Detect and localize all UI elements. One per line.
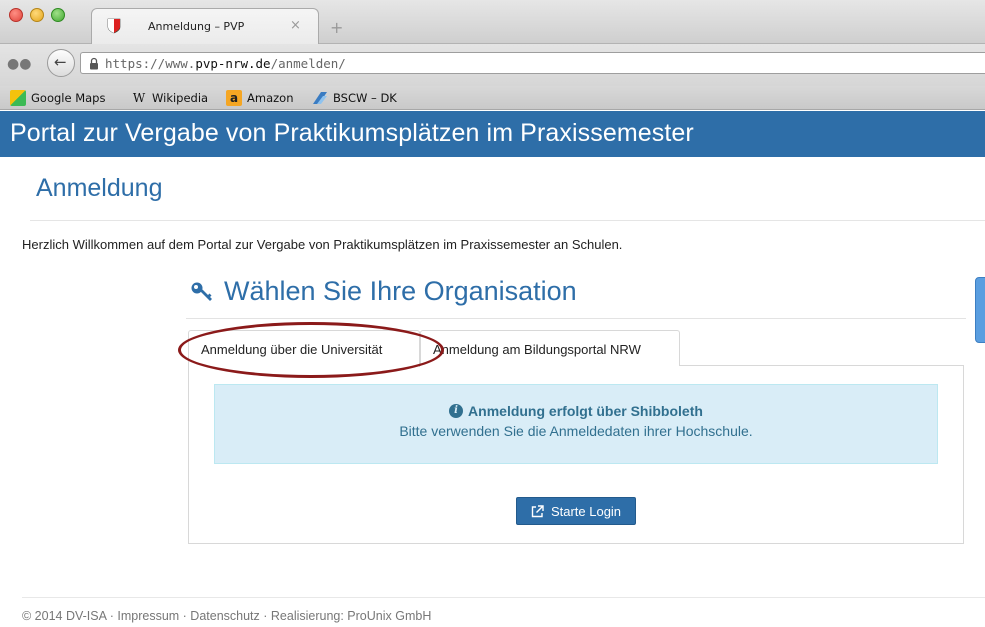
- info-alert: i Anmeldung erfolgt über Shibboleth Bitt…: [214, 384, 938, 464]
- bookmark-label: Amazon: [247, 91, 294, 105]
- bookmarks-bar: Google Maps W Wikipedia a Amazon BSCW – …: [0, 86, 985, 110]
- amazon-icon: a: [226, 90, 242, 106]
- info-title: Anmeldung erfolgt über Shibboleth: [468, 403, 703, 419]
- info-icon: i: [449, 404, 464, 418]
- bookmark-label: Wikipedia: [152, 91, 209, 105]
- organisation-heading: Wählen Sie Ihre Organisation: [190, 276, 577, 307]
- bookmark-amazon[interactable]: a Amazon: [226, 90, 293, 106]
- key-icon: [191, 282, 212, 301]
- browser-tab-bar: Anmeldung – PVP × +: [0, 0, 985, 44]
- url-domain: pvp-nrw.de: [195, 56, 271, 71]
- address-bar[interactable]: https://www.pvp-nrw.de/anmelden/: [80, 52, 985, 74]
- lock-icon: [90, 57, 98, 70]
- divider: [186, 318, 966, 319]
- start-login-label: Starte Login: [550, 503, 622, 519]
- google-maps-icon: [10, 90, 26, 106]
- tab-close-icon[interactable]: ×: [290, 18, 301, 33]
- tab-title: Anmeldung – PVP: [148, 20, 245, 33]
- bookmark-wikipedia[interactable]: W Wikipedia: [131, 90, 208, 106]
- reading-list-icon[interactable]: ●●: [7, 56, 31, 72]
- organisation-heading-text: Wählen Sie Ihre Organisation: [224, 276, 577, 306]
- bscw-icon: [313, 92, 327, 104]
- site-header: Portal zur Vergabe von Praktikumsplätzen…: [0, 111, 985, 157]
- site-title[interactable]: Portal zur Vergabe von Praktikumsplätzen…: [10, 119, 694, 148]
- browser-tab-active[interactable]: Anmeldung – PVP ×: [91, 8, 319, 44]
- url-prefix: https://www.: [105, 56, 196, 71]
- wikipedia-icon: W: [132, 91, 146, 105]
- browser-window: Anmeldung – PVP × + ●● ← https://www.pvp…: [0, 0, 985, 627]
- url-path: /anmelden/: [270, 56, 346, 71]
- tab-university-login[interactable]: Anmeldung über die Universität: [188, 330, 420, 367]
- minimize-window-button[interactable]: [30, 8, 44, 22]
- divider: [22, 597, 985, 598]
- url-text: https://www.pvp-nrw.de/anmelden/: [105, 56, 346, 71]
- footer-text: © 2014 DV-ISA · Impressum · Datenschutz …: [22, 609, 432, 623]
- welcome-text: Herzlich Willkommen auf dem Portal zur V…: [22, 237, 623, 252]
- external-link-icon: [531, 504, 544, 517]
- zoom-window-button[interactable]: [51, 8, 65, 22]
- close-window-button[interactable]: [9, 8, 23, 22]
- feedback-side-tab[interactable]: [975, 277, 985, 343]
- tab-bildungsportal-login[interactable]: Anmeldung am Bildungsportal NRW: [420, 330, 680, 366]
- back-button[interactable]: ←: [47, 49, 75, 77]
- nrw-crest-icon: [107, 18, 121, 34]
- info-text: Bitte verwenden Sie die Anmeldedaten ihr…: [399, 423, 753, 439]
- info-title-row: i Anmeldung erfolgt über Shibboleth: [215, 403, 937, 419]
- start-login-button[interactable]: Starte Login: [516, 497, 636, 525]
- bookmark-label: Google Maps: [31, 91, 106, 105]
- bookmark-bscw[interactable]: BSCW – DK: [312, 90, 397, 106]
- bookmark-label: BSCW – DK: [333, 91, 397, 105]
- back-arrow-icon: ←: [54, 53, 67, 71]
- bookmark-google-maps[interactable]: Google Maps: [10, 90, 105, 106]
- new-tab-icon[interactable]: +: [330, 18, 343, 37]
- browser-toolbar: ●● ← https://www.pvp-nrw.de/anmelden/: [0, 44, 985, 86]
- page-title: Anmeldung: [36, 174, 163, 202]
- divider: [30, 220, 985, 221]
